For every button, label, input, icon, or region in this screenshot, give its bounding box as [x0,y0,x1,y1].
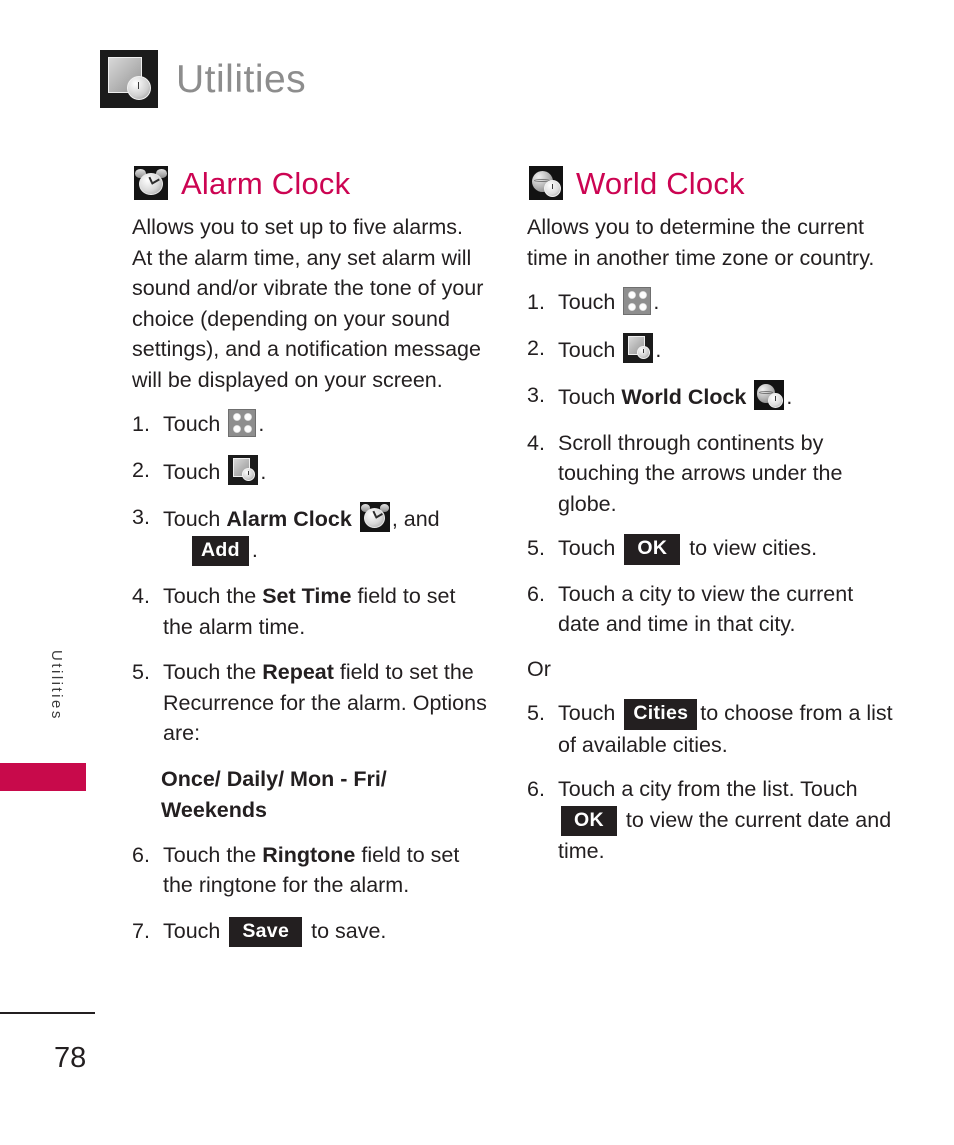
step-number: 1. [527,290,545,314]
list-item: 3. Touch World Clock . [527,380,899,413]
step-text: Touch [558,536,616,560]
step-keyword: Ringtone [262,842,356,867]
ok-button[interactable]: OK [624,534,681,565]
ok-button[interactable]: OK [561,805,617,836]
step-number: 2. [527,335,545,360]
list-item: 5. Touch Cities to choose from a list of … [527,698,899,760]
utilities-icon [100,50,158,108]
page-title: Utilities [176,57,307,101]
world-clock-alt-steps: 5. Touch Cities to choose from a list of … [527,698,899,867]
world-clock-icon[interactable] [754,380,785,410]
step-text: Touch [558,290,616,314]
alarm-clock-steps: 1. Touch . 2. Touch . 3. Touch Alarm Clo… [132,409,488,749]
grid-menu-icon[interactable] [623,287,652,315]
world-clock-heading: World Clock [527,166,899,200]
alarm-clock-intro: Allows you to set up to five alarms. At … [132,215,484,392]
step-number: 1. [132,412,150,436]
step-keyword: Repeat [262,660,334,684]
world-clock-steps: 1. Touch . 2. Touch . 3. Touch World Clo… [527,287,899,640]
list-item: 5. Touch OK to view cities. [527,533,899,565]
step-text: Touch [558,701,616,725]
step-text: Touch [163,412,221,436]
list-item: 1. Touch . [527,287,899,318]
step-text-tail: . [251,537,258,562]
step-text: Touch [558,385,616,409]
step-number: 5. [527,536,545,560]
page-header: Utilities [100,50,306,108]
list-item: 2. Touch . [132,454,488,488]
list-item: 4. Scroll through continents by touching… [527,428,899,520]
alarm-clock-heading: Alarm Clock [132,166,488,200]
step-text: Touch a city to view the current date an… [558,581,854,637]
repeat-options: Once/ Daily/ Mon - Fri/ Weekends [161,766,387,822]
step-number: 6. [527,581,545,606]
alarm-clock-section: Alarm Clock Allows you to set up to five… [132,166,488,962]
list-item: 2. Touch . [527,332,899,366]
step-number: 3. [132,505,150,529]
list-item: 5. Touch the Repeat field to set the Rec… [132,657,488,749]
list-item: 6. Touch the Ringtone field to set the r… [132,840,488,901]
step-text-mid: , and [391,507,440,531]
save-button[interactable]: Save [229,916,303,947]
utilities-icon[interactable] [623,332,654,363]
step-number: 7. [132,918,150,943]
or-label: Or [527,656,551,681]
step-number: 4. [527,430,545,455]
list-item: 1. Touch . [132,409,488,440]
step-text-tail: . [655,337,662,362]
step-text: Touch [558,337,616,362]
add-button[interactable]: Add [192,535,249,566]
step-text-tail: . [260,459,267,484]
world-clock-icon [529,166,563,200]
list-item: 7. Touch Save to save. [132,916,488,947]
step-keyword: World Clock [621,385,747,409]
list-item: 3. Touch Alarm Clock , and Add. [132,502,488,566]
step-text: Touch the [163,584,257,608]
step-number: 5. [132,660,150,684]
step-text: Touch [163,459,221,484]
step-text: Touch the [163,660,257,684]
side-tab-marker [0,763,86,791]
step-keyword: Set Time [262,584,352,608]
cities-button[interactable]: Cities [624,699,698,730]
step-number: 5. [527,701,545,725]
step-keyword: Alarm Clock [226,507,352,531]
alarm-clock-icon [134,166,168,200]
alarm-clock-icon[interactable] [359,502,390,532]
footer-divider [0,1012,95,1014]
step-number: 6. [527,777,545,801]
step-text-tail: . [258,412,265,436]
page-number: 78 [54,1042,87,1074]
list-item: 6. Touch a city to view the current date… [527,579,899,640]
step-text-tail: to view cities. [689,536,818,560]
step-text: Touch the [163,842,257,867]
utilities-icon[interactable] [228,454,259,485]
step-text: Touch [163,918,221,943]
grid-menu-icon[interactable] [228,409,257,437]
side-tab-label: Utilities [48,650,65,721]
step-number: 4. [132,584,150,608]
world-clock-title: World Clock [576,165,745,201]
step-number: 2. [132,457,150,482]
list-item: 6. Touch a city from the list. Touch OK … [527,774,899,867]
step-text-tail: to save. [311,918,387,943]
step-number: 6. [132,842,150,867]
step-text-tail: . [653,290,660,314]
step-text: Scroll through continents by touching th… [558,430,843,516]
step-text: Touch a city from the list. Touch [558,777,858,801]
list-item: 4. Touch the Set Time field to set the a… [132,581,488,642]
alarm-clock-title: Alarm Clock [181,165,351,201]
step-text: Touch [163,507,221,531]
step-text-tail: . [786,385,793,409]
world-clock-intro: Allows you to determine the current time… [527,215,875,270]
alarm-clock-steps-cont: 6. Touch the Ringtone field to set the r… [132,840,488,947]
step-number: 3. [527,383,545,407]
world-clock-section: World Clock Allows you to determine the … [527,166,899,882]
